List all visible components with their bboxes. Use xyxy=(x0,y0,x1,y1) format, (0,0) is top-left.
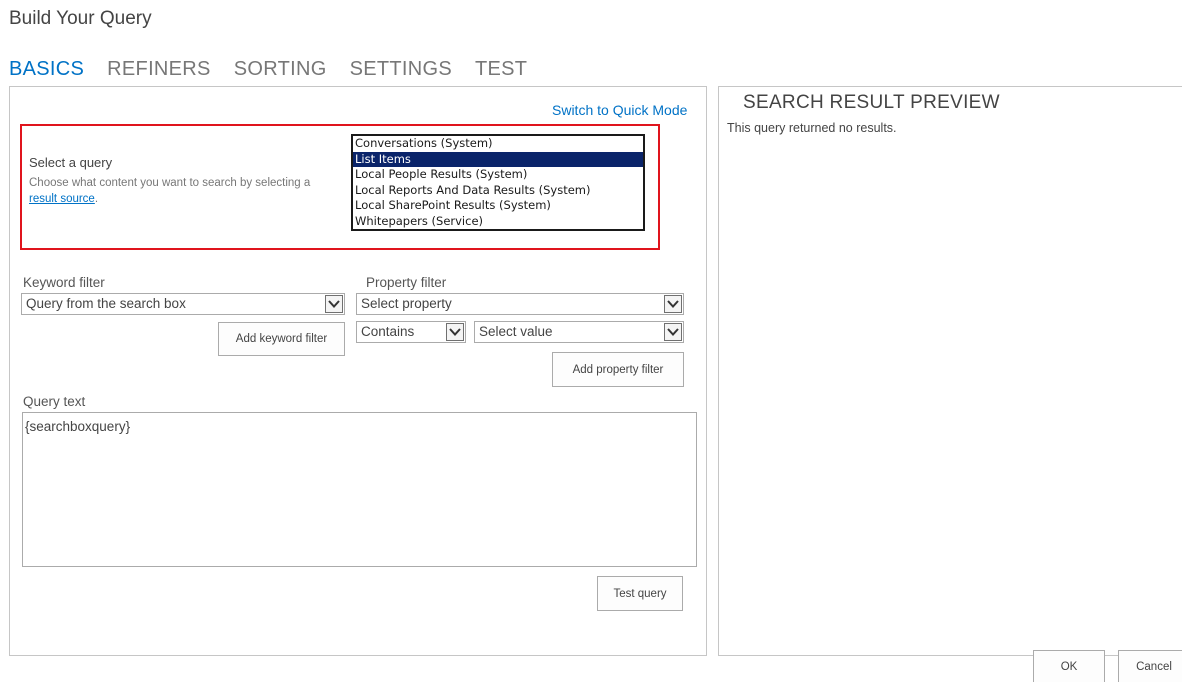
add-keyword-filter-button[interactable]: Add keyword filter xyxy=(218,322,345,356)
preview-message: This query returned no results. xyxy=(727,121,897,135)
preview-title: SEARCH RESULT PREVIEW xyxy=(743,92,1000,113)
keyword-filter-label: Keyword filter xyxy=(23,275,105,290)
property-filter-label: Property filter xyxy=(366,275,447,290)
property-select[interactable]: Select property xyxy=(356,293,684,315)
select-query-description-text: Choose what content you want to search b… xyxy=(29,177,311,189)
chevron-down-icon xyxy=(664,295,682,313)
chevron-down-icon xyxy=(446,323,464,341)
chevron-down-icon xyxy=(664,323,682,341)
listbox-option[interactable]: Conversations (System) xyxy=(353,136,643,152)
query-text-input[interactable]: {searchboxquery} xyxy=(22,412,697,567)
tab-settings[interactable]: SETTINGS xyxy=(350,58,452,81)
chevron-down-icon xyxy=(325,295,343,313)
select-query-description: Choose what content you want to search b… xyxy=(29,175,319,207)
listbox-option[interactable]: Local SharePoint Results (System) xyxy=(353,198,643,214)
property-select-value: Select property xyxy=(361,296,452,311)
ok-button[interactable]: OK xyxy=(1033,650,1105,682)
listbox-option[interactable]: Local Reports And Data Results (System) xyxy=(353,183,643,199)
cancel-button[interactable]: Cancel xyxy=(1118,650,1182,682)
switch-to-quick-mode-link[interactable]: Switch to Quick Mode xyxy=(552,102,687,118)
select-query-label: Select a query xyxy=(29,155,113,170)
tab-refiners[interactable]: REFINERS xyxy=(107,58,211,81)
search-result-preview-panel xyxy=(718,86,1182,656)
keyword-filter-value: Query from the search box xyxy=(26,296,186,311)
value-select[interactable]: Select value xyxy=(474,321,684,343)
value-select-value: Select value xyxy=(479,324,553,339)
tab-sorting[interactable]: SORTING xyxy=(234,58,327,81)
tab-bar: BASICS REFINERS SORTING SETTINGS TEST xyxy=(9,58,550,81)
listbox-option-selected[interactable]: List Items xyxy=(353,151,643,167)
tab-basics[interactable]: BASICS xyxy=(9,58,84,81)
test-query-button[interactable]: Test query xyxy=(597,576,683,611)
listbox-option[interactable]: Local People Results (System) xyxy=(353,167,643,183)
page-title: Build Your Query xyxy=(9,8,152,29)
keyword-filter-select[interactable]: Query from the search box xyxy=(21,293,345,315)
listbox-option[interactable]: Whitepapers (Service) xyxy=(353,214,643,230)
operator-select-value: Contains xyxy=(361,324,415,339)
add-property-filter-button[interactable]: Add property filter xyxy=(552,352,684,387)
result-source-listbox[interactable]: Conversations (System) List Items Local … xyxy=(351,134,645,231)
tab-test[interactable]: TEST xyxy=(475,58,527,81)
result-source-link[interactable]: result source xyxy=(29,193,95,205)
query-text-label: Query text xyxy=(23,394,86,409)
operator-select[interactable]: Contains xyxy=(356,321,466,343)
select-query-description-end: . xyxy=(94,193,99,205)
